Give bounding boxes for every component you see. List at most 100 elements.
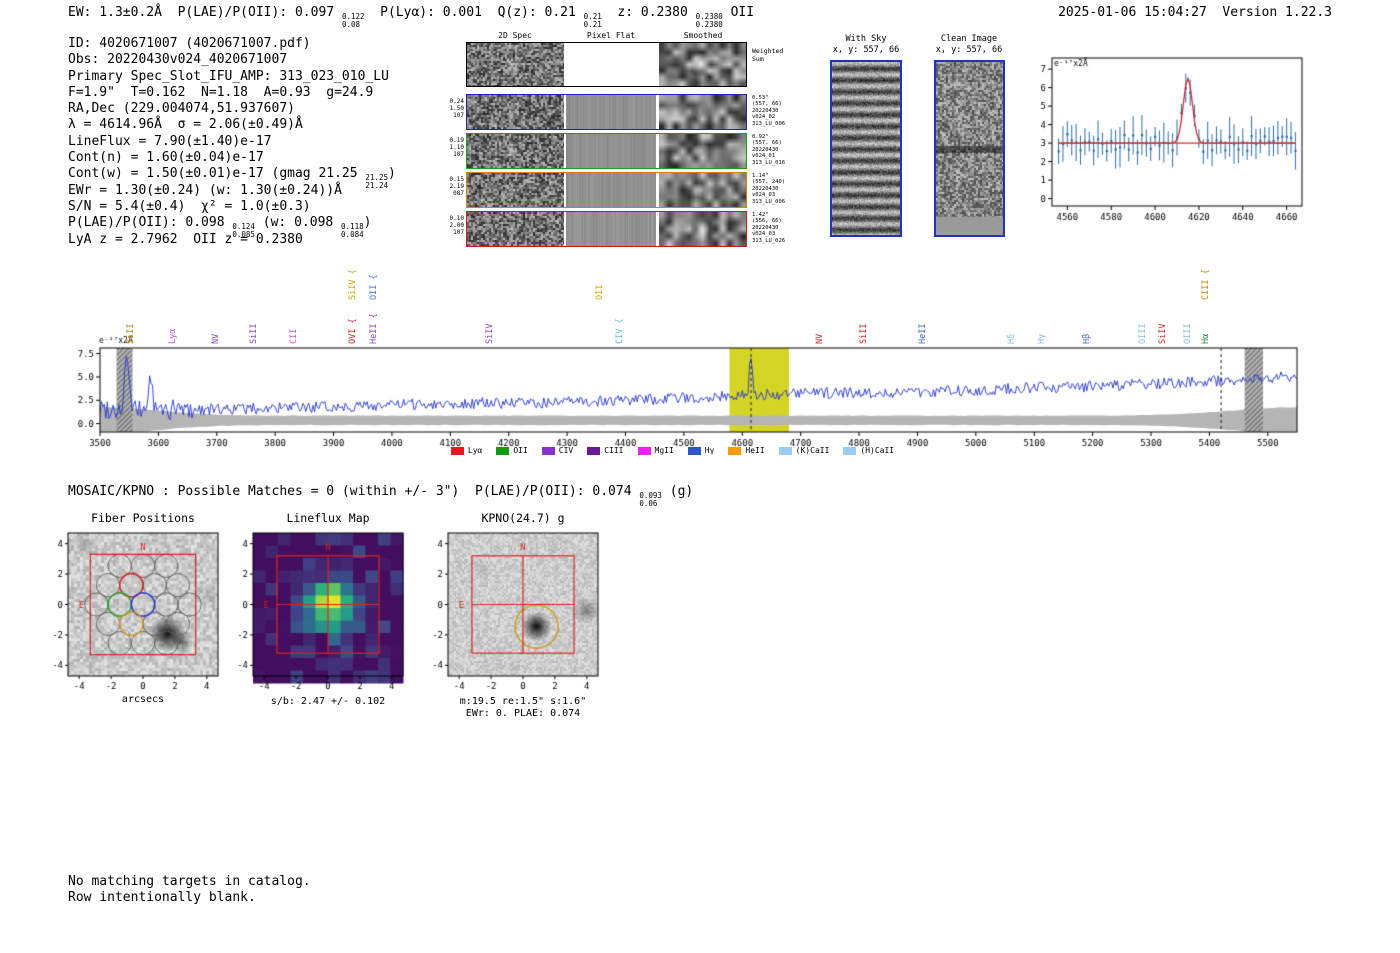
legend-item: Lyα	[451, 446, 482, 455]
legend-swatch	[688, 447, 701, 455]
fiber-row-left-value: 0.15	[445, 176, 464, 183]
legend-label: Lyα	[468, 446, 482, 455]
stacked-value: 21.2521.24	[365, 174, 388, 190]
text-segment: Cont(w) = 1.50(±0.01)e-17 (gmag 21.25	[68, 166, 365, 181]
kpno-image-canvas	[418, 528, 618, 718]
footer-notes: No matching targets in catalog. Row inte…	[68, 874, 311, 906]
mosaic-section-title: MOSAIC/KPNO : Possible Matches = 0 (with…	[68, 484, 693, 508]
row-smoothed-image	[659, 212, 746, 246]
line-label: OII	[595, 285, 605, 300]
fiber-row-strip	[466, 211, 747, 247]
text-segment: )	[364, 215, 372, 230]
withsky-panel: With Sky x, y: 557, 66	[828, 30, 918, 245]
elixer-report-page: EW: 1.3±0.2Å P(LAE)/P(OII): 0.097 0.1220…	[0, 0, 1400, 953]
weighted-label-line: Sum	[752, 56, 783, 64]
text-segment: EW: 1.3±0.2Å P(LAE)/P(OII): 0.097	[68, 5, 342, 20]
weighted-2dspec-image	[467, 43, 564, 86]
kpno-caption-1: m:19.5 re:1.5" s:1.6"	[460, 696, 586, 707]
lineflux-map-canvas	[223, 528, 423, 718]
fiber-row-left-value: 107	[445, 229, 464, 236]
weighted-sum-label: Weighted Sum	[752, 48, 783, 63]
fiber-row-left-value: 0.19	[445, 137, 464, 144]
fiber-row-left-label: 0.191.10107	[445, 137, 464, 159]
line-zoom-plot	[1028, 48, 1313, 243]
row-pixelflat-image	[566, 212, 656, 246]
kpno-caption-2: EWr: 0. PLAE: 0.074	[466, 708, 580, 719]
header-summary: EW: 1.3±0.2Å P(LAE)/P(OII): 0.097 0.1220…	[68, 5, 754, 29]
fiber-row-right-value: (557, 66)	[752, 140, 785, 146]
legend-swatch	[728, 447, 741, 455]
legend-item: CIV	[542, 446, 573, 455]
clean-image	[936, 62, 1003, 235]
withsky-image	[832, 62, 900, 235]
info-line: F=1.9" T=0.162 N=1.18 A=0.93 g=24.9	[68, 85, 396, 101]
legend-item: CIII	[587, 446, 623, 455]
fiber-rows: 0.241.50107 0.53"(557, 66)20220430v024_02…	[445, 94, 795, 254]
text-segment: RA,Dec (229.004074,51.937607)	[68, 101, 295, 116]
fiber-row-left-value: 087	[445, 190, 464, 197]
fiber-row-left-value: 107	[445, 112, 464, 119]
fiber-row-strip	[466, 172, 747, 208]
stacked-lower: 0.084	[341, 231, 364, 239]
info-line: RA,Dec (229.004074,51.937607)	[68, 101, 396, 117]
text-segment: (g)	[662, 484, 693, 499]
fiber-row-left-label: 0.152.19087	[445, 176, 464, 198]
fiber-row-right-value: 313_LU_006	[752, 199, 785, 205]
row-smoothed-image	[659, 134, 746, 168]
legend-swatch	[542, 447, 555, 455]
legend-swatch	[779, 447, 792, 455]
text-segment: )	[388, 166, 396, 181]
legend-label: OII	[513, 446, 527, 455]
info-line: Primary Spec_Slot_IFU_AMP: 313_023_010_L…	[68, 69, 396, 85]
fiber-row-left-value: 0.10	[445, 215, 464, 222]
fiber-positions-title: Fiber Positions	[91, 511, 195, 525]
text-segment: λ = 4614.96Å σ = 2.06(±0.49)Å	[68, 117, 303, 132]
legend-label: (H)CaII	[860, 446, 894, 455]
fiber-row-right-value: (557, 66)	[752, 101, 785, 107]
stacked-lower: 21.24	[365, 182, 388, 190]
legend-label: HeII	[745, 446, 764, 455]
fiber-row-right-label: 1.14"(557, 240)20220430v024_03313_LU_006	[752, 173, 785, 205]
legend-swatch	[496, 447, 509, 455]
fiber-row-right-value: 313_LU_026	[752, 238, 785, 244]
withsky-title: With Sky	[846, 34, 887, 44]
info-line: ID: 4020671007 (4020671007.pdf)	[68, 36, 396, 52]
spec2d-section: 2D Spec Pixel Flat Smoothed Weighted Sum…	[445, 28, 795, 258]
stacked-lower: 0.06	[639, 500, 662, 508]
fiber-row-strip	[466, 94, 747, 130]
text-segment: EWr = 1.30(±0.24) (w: 1.30(±0.24))Å	[68, 183, 342, 198]
legend-item: MgII	[638, 446, 674, 455]
row-2dspec-image	[467, 212, 564, 246]
text-segment: Obs: 20220430v024_4020671007	[68, 52, 287, 67]
legend-item: HeII	[728, 446, 764, 455]
legend-label: CIII	[604, 446, 623, 455]
legend-item: (H)CaII	[843, 446, 894, 455]
line-zoom-canvas	[1028, 48, 1313, 243]
stacked-value: 0.1180.084	[341, 223, 364, 239]
legend-label: MgII	[655, 446, 674, 455]
fiber-row-right-label: 0.53"(557, 66)20220430v024_02313_LU_006	[752, 95, 785, 127]
weighted-smoothed-image	[659, 43, 746, 86]
full-spectrum-canvas	[55, 335, 1345, 463]
kpno-title: KPNO(24.7) g	[481, 511, 564, 525]
legend-swatch	[451, 447, 464, 455]
text-segment: (w: 0.098	[255, 215, 341, 230]
info-line: LineFlux = 7.90(±1.40)e-17	[68, 134, 396, 150]
detection-info-block: ID: 4020671007 (4020671007.pdf)Obs: 2022…	[68, 36, 396, 248]
legend-item: OII	[496, 446, 527, 455]
fiber-row-left-label: 0.241.50107	[445, 98, 464, 120]
fiber-row-left-value: 107	[445, 151, 464, 158]
info-line: Obs: 20220430v024_4020671007	[68, 52, 396, 68]
info-line: Cont(w) = 1.50(±0.01)e-17 (gmag 21.25 21…	[68, 166, 396, 182]
legend-label: Hγ	[705, 446, 715, 455]
fiber-xlabel: arcsecs	[122, 694, 164, 705]
withsky-frame	[830, 60, 902, 237]
stacked-value: 0.0930.06	[639, 492, 662, 508]
footer-line: Row intentionally blank.	[68, 890, 311, 906]
line-label: OII {	[369, 274, 379, 300]
stacked-value: 0.1220.08	[342, 13, 365, 29]
fiber-row-right-value: 313_LU_016	[752, 160, 785, 166]
withsky-xy: x, y: 557, 66	[833, 45, 900, 55]
row-smoothed-image	[659, 173, 746, 207]
info-line: λ = 4614.96Å σ = 2.06(±0.49)Å	[68, 117, 396, 133]
